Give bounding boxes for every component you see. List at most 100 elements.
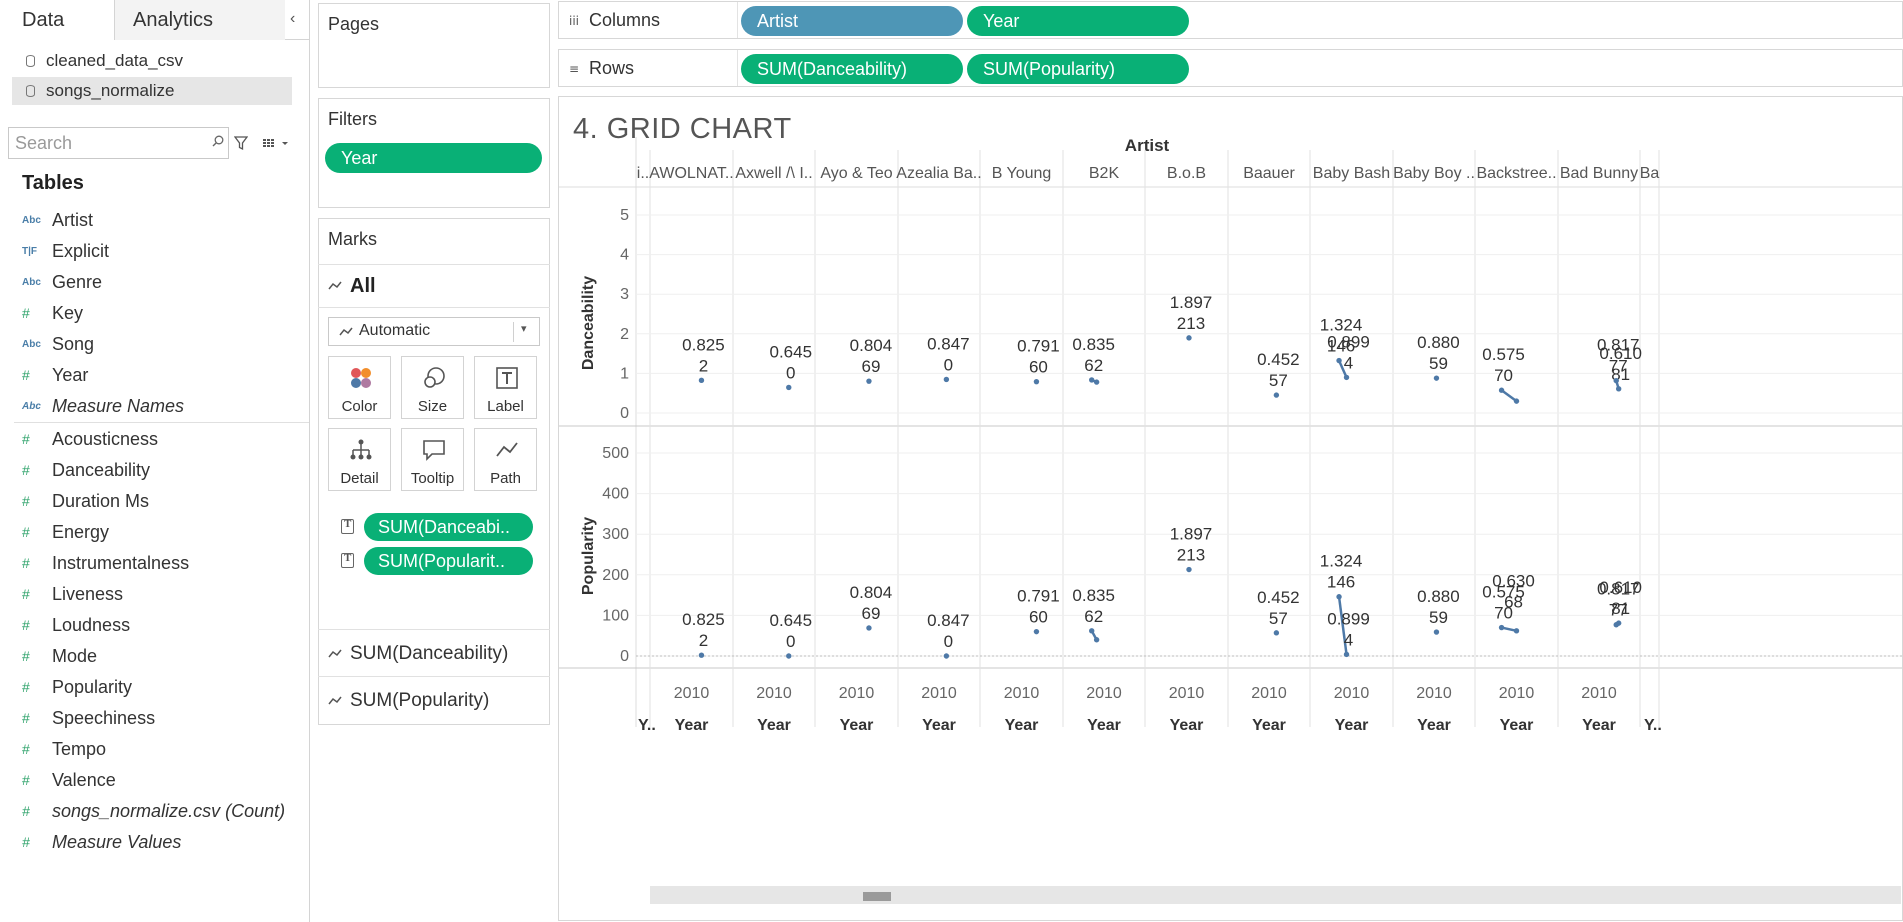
data-label-count: 77 — [1609, 357, 1628, 376]
field-genre[interactable]: Abc Genre — [0, 267, 305, 298]
data-point — [1093, 637, 1100, 643]
tab-analytics[interactable]: Analytics — [115, 0, 285, 40]
data-label-value: 0.791 — [1017, 337, 1060, 356]
tab-data[interactable]: Data — [0, 0, 115, 40]
tooltip-button[interactable]: Tooltip — [401, 428, 464, 491]
filter-icon[interactable] — [234, 135, 248, 151]
data-label-value: 0.835 — [1072, 335, 1115, 354]
x-axis-title: Year — [922, 717, 956, 734]
field-loudness[interactable]: # Loudness — [0, 610, 305, 641]
field-tempo[interactable]: # Tempo — [0, 734, 305, 765]
data-pane: Data Analytics ‹ cleaned_data_csv songs_… — [0, 0, 310, 922]
filter-pill-year[interactable]: Year — [325, 143, 542, 173]
data-point — [1033, 628, 1040, 635]
number-type-icon: # — [22, 648, 30, 664]
field-valence[interactable]: # Valence — [0, 765, 305, 796]
data-point — [786, 653, 792, 659]
data-label-count: 57 — [1269, 609, 1288, 628]
x-axis-title: Year — [675, 717, 709, 734]
field-energy[interactable]: # Energy — [0, 517, 305, 548]
marks-sub-popularity[interactable]: SUM(Popularity) — [318, 676, 550, 723]
data-point — [1615, 386, 1622, 392]
tables-heading: Tables — [22, 172, 84, 194]
field-speechiness[interactable]: # Speechiness — [0, 703, 305, 734]
datasource-item-selected[interactable]: songs_normalize — [12, 77, 292, 105]
columns-pill-year[interactable]: Year — [967, 6, 1189, 36]
x-tick-label: 2010 — [1169, 685, 1205, 702]
rows-pill-popularity[interactable]: SUM(Popularity) — [967, 54, 1189, 84]
text-encoding-icon — [341, 552, 354, 568]
field-measure-names[interactable]: Abc Measure Names — [0, 391, 305, 422]
mark-type-dropdown[interactable]: Automatic ▾ — [328, 317, 540, 346]
horizontal-scrollbar[interactable] — [650, 886, 1901, 904]
text-label-icon — [496, 367, 518, 389]
x-tick-label: 2010 — [1251, 685, 1287, 702]
mark-field-danceability[interactable]: SUM(Danceabi.. — [338, 513, 533, 541]
field-artist[interactable]: Abc Artist — [0, 205, 305, 236]
field-duration-ms[interactable]: # Duration Ms — [0, 486, 305, 517]
marks-sub-danceability[interactable]: SUM(Danceability) — [318, 629, 550, 676]
data-label-count: 2 — [699, 356, 708, 375]
data-point — [943, 653, 950, 659]
detail-icon — [350, 439, 372, 460]
field-label: Year — [52, 365, 89, 385]
detail-button[interactable]: Detail — [328, 428, 391, 491]
marks-sub-label: SUM(Popularity) — [350, 690, 490, 711]
viz-frame: 4. GRID CHART Artist i.. Y.. AWOLNAT.. 2010 Y… — [558, 96, 1903, 921]
marks-all-row[interactable]: All — [318, 264, 550, 308]
x-tick-label: 2010 — [1004, 685, 1040, 702]
path-button[interactable]: Path — [474, 428, 537, 491]
search-icon[interactable] — [212, 135, 224, 147]
color-button[interactable]: Color — [328, 356, 391, 419]
field-explicit[interactable]: T|F Explicit — [0, 236, 305, 267]
number-type-icon: # — [22, 431, 30, 447]
y-axis-title: Danceability — [580, 276, 597, 370]
columns-shelf[interactable]: iii Columns Artist Year — [558, 1, 1903, 39]
field-song[interactable]: Abc Song — [0, 329, 305, 360]
mark-field-pill[interactable]: SUM(Popularit.. — [364, 547, 533, 575]
rows-pill-danceability[interactable]: SUM(Danceability) — [741, 54, 963, 84]
x-axis-title: Year — [1087, 717, 1121, 734]
columns-pill-artist[interactable]: Artist — [741, 6, 963, 36]
field-popularity[interactable]: # Popularity — [0, 672, 305, 703]
size-button[interactable]: Size — [401, 356, 464, 419]
scrollbar-thumb[interactable] — [863, 892, 891, 901]
x-tick-label: 2010 — [1416, 685, 1452, 702]
field-measure-values[interactable]: # Measure Values — [0, 827, 305, 858]
pages-card[interactable]: Pages — [318, 3, 550, 88]
view-toggle-icon[interactable] — [262, 135, 292, 151]
mark-field-pill[interactable]: SUM(Danceabi.. — [364, 513, 533, 541]
field-label: Tempo — [52, 739, 107, 759]
size-label: Size — [417, 398, 448, 415]
field-key[interactable]: # Key — [0, 298, 305, 329]
measures-divider — [14, 422, 309, 423]
field-songs-normalize-csv-count[interactable]: # songs_normalize.csv (Count) — [0, 796, 305, 827]
collapse-pane-icon[interactable]: ‹ — [290, 10, 295, 28]
datasource-label: cleaned_data_csv — [46, 51, 184, 70]
data-label-value: 0.847 — [927, 334, 970, 353]
field-liveness[interactable]: # Liveness — [0, 579, 305, 610]
field-instrumentalness[interactable]: # Instrumentalness — [0, 548, 305, 579]
data-label-count: 0 — [786, 363, 795, 382]
grid-chart[interactable]: Artisti..Y..AWOLNAT..2010YearAxwell /\ I… — [559, 97, 1903, 921]
label-label: Label — [487, 398, 524, 415]
search-input[interactable] — [15, 130, 195, 156]
data-label-count: 59 — [1429, 608, 1448, 627]
x-axis-title: Year — [757, 717, 791, 734]
rows-shelf[interactable]: ≡ Rows SUM(Danceability) SUM(Popularity) — [558, 49, 1903, 87]
data-label-count: 0 — [786, 632, 795, 651]
field-danceability[interactable]: # Danceability — [0, 455, 305, 486]
field-mode[interactable]: # Mode — [0, 641, 305, 672]
label-button[interactable]: Label — [474, 356, 537, 419]
data-label-count: 4 — [1344, 630, 1353, 649]
data-label-count: 57 — [1269, 371, 1288, 390]
mark-field-popularity[interactable]: SUM(Popularit.. — [338, 547, 533, 575]
field-year[interactable]: # Year — [0, 360, 305, 391]
shelf-divider — [737, 2, 738, 38]
x-axis-title: Y.. — [638, 717, 656, 734]
x-axis-title: Y.. — [1644, 717, 1662, 734]
field-acousticness[interactable]: # Acousticness — [0, 424, 305, 455]
datasource-item[interactable]: cleaned_data_csv — [12, 47, 292, 75]
data-label-value: 0.880 — [1417, 587, 1460, 606]
data-label-count: 69 — [861, 357, 880, 376]
